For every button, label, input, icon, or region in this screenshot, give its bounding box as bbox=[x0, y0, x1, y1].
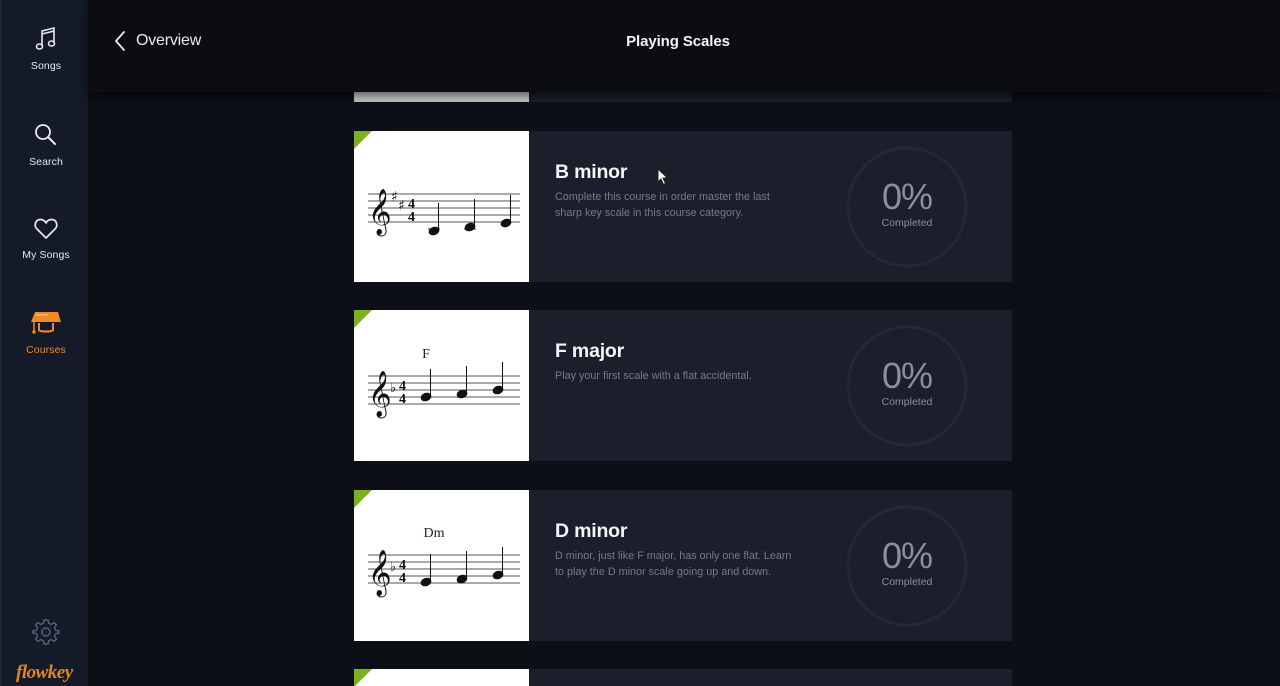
course-card[interactable]: 𝄞 ♯ ♯ 4 4 B minor Complete this course i… bbox=[354, 131, 1012, 282]
progress-ring: 0% Completed bbox=[845, 324, 969, 448]
top-header: Overview Playing Scales bbox=[88, 0, 1280, 92]
page-title: Playing Scales bbox=[626, 33, 730, 50]
sidebar: Songs Search My Songs Courses flowkey bbox=[0, 0, 88, 686]
heart-icon bbox=[34, 218, 58, 239]
music-note-icon bbox=[35, 26, 56, 50]
course-card[interactable]: Dm 𝄞 ♭ 4 4 D minor D minor, just like F … bbox=[354, 490, 1012, 641]
sidebar-item-search[interactable]: Search bbox=[2, 122, 90, 168]
sidebar-item-my-songs[interactable]: My Songs bbox=[2, 217, 90, 261]
course-title: F major bbox=[555, 340, 625, 362]
sheet-music-b-minor: 𝄞 ♯ ♯ 4 4 bbox=[368, 189, 520, 237]
course-description: Complete this course in order master the… bbox=[555, 191, 770, 219]
svg-text:4: 4 bbox=[399, 392, 406, 407]
sidebar-item-label: My Songs bbox=[22, 249, 70, 261]
app-window: Songs Search My Songs Courses flowkey Ov… bbox=[0, 0, 1280, 686]
search-icon bbox=[35, 124, 56, 145]
course-description: Play your first scale with a flat accide… bbox=[555, 370, 752, 382]
sidebar-item-label: Courses bbox=[26, 344, 66, 356]
course-description: D minor, just like F major, has only one… bbox=[555, 550, 792, 578]
progress-value: 0% bbox=[881, 535, 933, 576]
svg-text:♯: ♯ bbox=[391, 189, 398, 205]
svg-text:4: 4 bbox=[399, 571, 406, 586]
svg-text:♯: ♯ bbox=[398, 198, 405, 214]
progress-label: Completed bbox=[881, 576, 933, 588]
graduation-cap-icon bbox=[31, 312, 61, 334]
progress-value: 0% bbox=[881, 355, 933, 396]
course-thumbnail: Dm 𝄞 ♭ 4 4 bbox=[354, 490, 529, 641]
svg-text:𝄞: 𝄞 bbox=[368, 371, 392, 419]
sidebar-item-label: Search bbox=[29, 156, 63, 168]
sheet-music-f-major: F 𝄞 ♭ 4 4 bbox=[368, 347, 520, 419]
svg-text:4: 4 bbox=[408, 210, 415, 225]
gear-icon bbox=[32, 619, 60, 645]
course-thumbnail bbox=[354, 669, 529, 686]
sidebar-item-courses[interactable]: Courses bbox=[2, 310, 90, 356]
flowkey-logo: flowkey bbox=[16, 662, 73, 683]
course-info: B minor Complete this course in order ma… bbox=[529, 131, 1012, 282]
course-info: D minor D minor, just like F major, has … bbox=[529, 490, 1012, 641]
progress-ring: 0% Completed bbox=[845, 145, 969, 269]
course-title: B minor bbox=[555, 161, 628, 183]
progress-value: 0% bbox=[881, 176, 933, 217]
svg-text:♭: ♭ bbox=[390, 381, 396, 396]
sidebar-item-songs[interactable]: Songs bbox=[2, 26, 90, 72]
course-card-partial[interactable] bbox=[354, 669, 1012, 686]
course-info bbox=[529, 669, 1012, 686]
course-title: D minor bbox=[555, 520, 628, 542]
mouse-cursor-icon bbox=[657, 168, 669, 186]
progress-label: Completed bbox=[881, 217, 933, 229]
sheet-music-d-minor: Dm 𝄞 ♭ 4 4 bbox=[368, 526, 520, 598]
course-card[interactable]: F 𝄞 ♭ 4 4 F major Play your first scale … bbox=[354, 310, 1012, 461]
svg-text:𝄞: 𝄞 bbox=[368, 550, 392, 598]
sidebar-item-label: Songs bbox=[30, 60, 62, 72]
course-thumbnail: F 𝄞 ♭ 4 4 bbox=[354, 310, 529, 461]
course-info: F major Play your first scale with a fla… bbox=[529, 310, 1012, 461]
progress-ring: 0% Completed bbox=[845, 504, 969, 628]
settings-button[interactable] bbox=[32, 618, 60, 646]
svg-text:𝄞: 𝄞 bbox=[368, 189, 392, 237]
chord-label: F bbox=[422, 347, 430, 362]
completed-corner-marker bbox=[354, 669, 372, 686]
svg-text:♭: ♭ bbox=[390, 560, 396, 575]
chord-label: Dm bbox=[424, 526, 445, 541]
progress-label: Completed bbox=[881, 396, 933, 408]
course-thumbnail: 𝄞 ♯ ♯ 4 4 bbox=[354, 131, 529, 282]
